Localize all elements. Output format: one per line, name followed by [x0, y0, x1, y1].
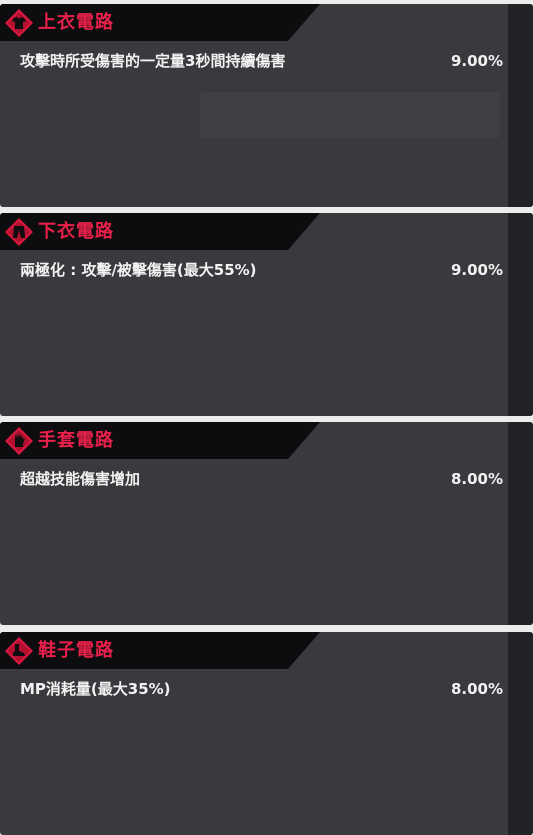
stat-name: MP消耗量(最大35%) — [20, 680, 171, 698]
background-ghost — [200, 92, 500, 138]
stat-name: 兩極化 : 攻擊/被擊傷害(最大55%) — [20, 261, 257, 279]
stat-value: 9.00% — [450, 261, 503, 279]
stat-name: 超越技能傷害增加 — [20, 470, 141, 488]
stat-value: 8.00% — [450, 470, 503, 488]
circuit-card-bottom: 下衣電路 兩極化 : 攻擊/被擊傷害(最大55%) 9.00% — [0, 213, 533, 416]
glove-icon — [5, 427, 33, 455]
stat-value: 9.00% — [450, 52, 503, 70]
shoe-icon — [5, 637, 33, 665]
circuit-title: 上衣電路 — [38, 12, 114, 33]
circuit-title: 鞋子電路 — [38, 640, 114, 661]
circuit-card-top: 上衣電路 攻擊時所受傷害的一定量3秒間持續傷害 9.00% — [0, 4, 533, 207]
circuit-list: 上衣電路 攻擊時所受傷害的一定量3秒間持續傷害 9.00% 下衣電路 兩極化 :… — [0, 0, 533, 835]
pants-icon — [5, 218, 33, 246]
stat-name: 攻擊時所受傷害的一定量3秒間持續傷害 — [20, 52, 286, 70]
circuit-card-gloves: 手套電路 超越技能傷害增加 8.00% — [0, 422, 533, 625]
stat-value: 8.00% — [450, 680, 503, 698]
circuit-card-shoes: 鞋子電路 MP消耗量(最大35%) 8.00% — [0, 632, 533, 835]
shirt-icon — [5, 9, 33, 37]
circuit-title: 手套電路 — [38, 430, 114, 451]
circuit-title: 下衣電路 — [38, 221, 114, 242]
